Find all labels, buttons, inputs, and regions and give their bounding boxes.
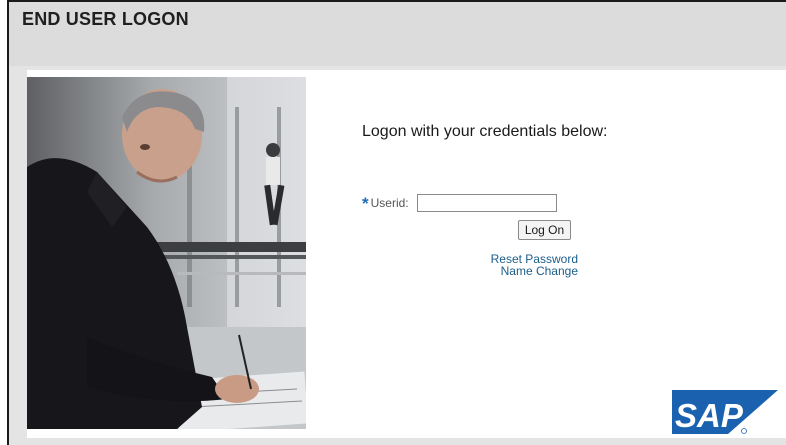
page-title: END USER LOGON <box>22 9 189 29</box>
sap-logo-graphic: SAP <box>672 390 778 434</box>
logon-button[interactable]: Log On <box>518 220 571 240</box>
login-prompt: Logon with your credentials below: <box>362 123 608 140</box>
name-change-link[interactable]: Name Change <box>491 265 578 277</box>
title-bar: END USER LOGON <box>9 2 786 66</box>
login-panel: Logon with your credentials below: * Use… <box>27 70 786 438</box>
login-frame: END USER LOGON Logon with your credentia… <box>7 0 786 445</box>
login-links: Reset Password Name Change <box>491 253 578 277</box>
userid-row: * Userid: <box>362 192 557 214</box>
sap-logo-text: SAP <box>675 397 744 434</box>
hero-photo <box>27 77 306 429</box>
hero-photo-illustration <box>27 77 306 429</box>
userid-input[interactable] <box>416 194 557 212</box>
sap-logo: SAP <box>672 388 780 441</box>
userid-label: Userid: <box>370 196 409 210</box>
required-mark: * <box>362 193 369 213</box>
